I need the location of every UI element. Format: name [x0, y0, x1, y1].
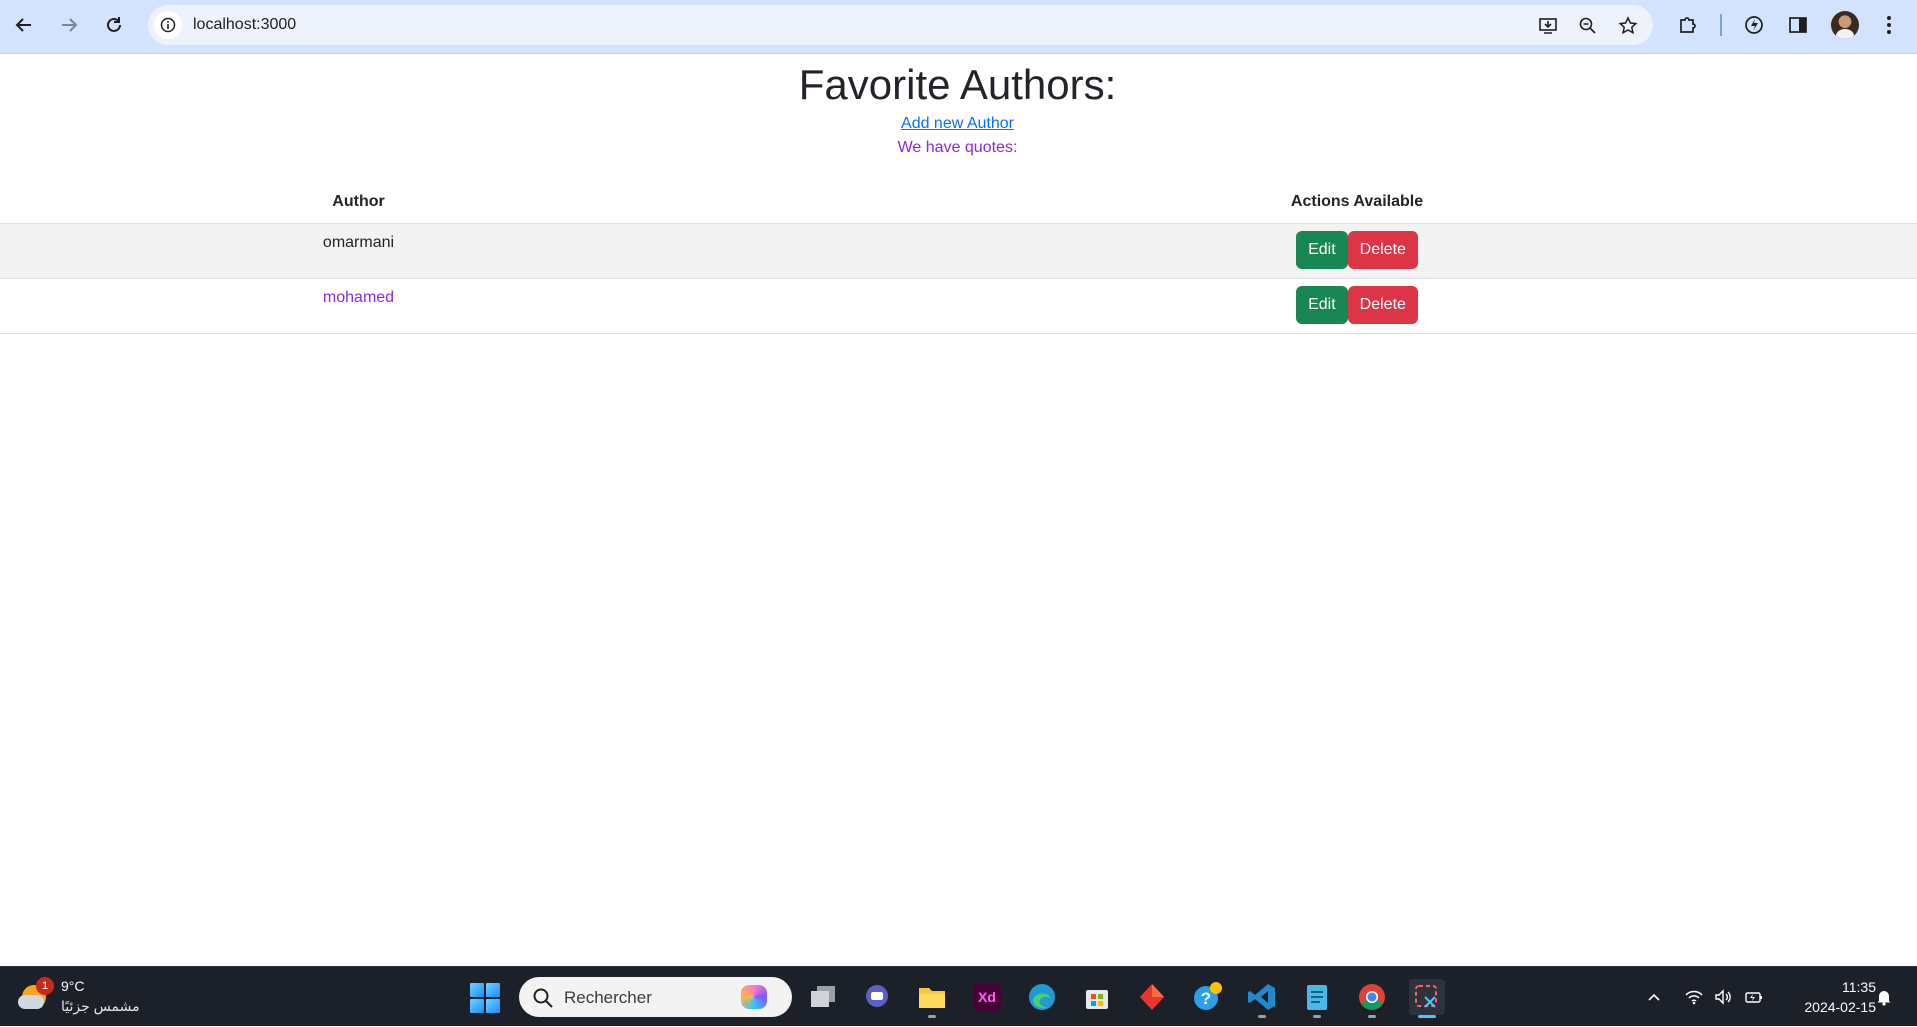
weather-widget[interactable]: 1 9°C مشمس جزئيًا [18, 975, 148, 1019]
search-placeholder: Rechercher [564, 988, 652, 1007]
puzzle-icon[interactable] [1674, 11, 1702, 39]
zoom-icon[interactable] [1575, 13, 1601, 39]
clock-time: 11:35 [1842, 979, 1876, 995]
vscode-icon[interactable] [1244, 979, 1280, 1018]
weather-temperature: 9°C [61, 978, 85, 994]
quotes-text: We have quotes: [897, 139, 1018, 156]
file-explorer-icon[interactable] [914, 979, 950, 1018]
authors-table: Author Actions Available omarmani Edit De… [0, 182, 1917, 334]
help-icon[interactable]: ? [1189, 979, 1225, 1015]
chevron-up-icon[interactable] [1642, 967, 1666, 1027]
kebab-menu-icon[interactable] [1875, 11, 1903, 39]
page-title: Favorite Authors: [798, 61, 1117, 108]
notification-bell-icon[interactable] [1872, 967, 1896, 1027]
volume-icon[interactable] [1712, 967, 1736, 1027]
reload-icon[interactable] [98, 9, 130, 41]
copilot-icon[interactable] [741, 985, 767, 1009]
teams-icon[interactable] [859, 979, 895, 1015]
table-row: mohamed Edit Delete [0, 278, 1917, 334]
taskbar-search[interactable]: Rechercher [519, 977, 792, 1017]
snipping-tool-icon[interactable] [1409, 979, 1445, 1018]
url-text[interactable]: localhost:3000 [193, 16, 296, 34]
battery-icon[interactable] [1742, 967, 1766, 1027]
author-column-header: Author [0, 182, 717, 224]
table-row: omarmani Edit Delete [0, 223, 1917, 279]
browser-toolbar: localhost:3000 [0, 0, 1917, 54]
side-panel-icon[interactable] [1784, 11, 1812, 39]
actions-column-header: Actions Available [717, 182, 1917, 224]
actions-cell: Edit Delete [717, 223, 1917, 279]
actions-cell: Edit Delete [717, 278, 1917, 334]
cloud-icon [18, 995, 44, 1009]
svg-text:Xd: Xd [978, 989, 996, 1005]
app-diamond-icon[interactable] [1134, 979, 1170, 1015]
chrome-icon[interactable] [1354, 979, 1390, 1018]
clock-date: 2024-02-15 [1804, 999, 1876, 1015]
author-name: omarmani [0, 223, 717, 279]
windows-start-icon[interactable] [470, 983, 500, 1013]
toolbar-separator [1720, 14, 1722, 36]
adobe-xd-icon[interactable]: Xd [969, 979, 1005, 1015]
svg-text:?: ? [1201, 989, 1211, 1008]
notification-badge: 1 [36, 977, 54, 995]
author-name: mohamed [0, 278, 717, 334]
star-icon[interactable] [1615, 13, 1641, 39]
avatar[interactable] [1831, 11, 1859, 39]
windows-taskbar: 1 9°C مشمس جزئيًا Rechercher Xd ? 11:35 … [0, 966, 1917, 1026]
add-author-link[interactable]: Add new Author [901, 115, 1014, 132]
task-view-icon[interactable] [805, 979, 841, 1015]
wifi-icon[interactable] [1682, 967, 1706, 1027]
table-header-row: Author Actions Available [0, 182, 1917, 224]
page-content: Favorite Authors: Add new Author We have… [0, 55, 1917, 966]
search-icon [533, 988, 553, 1008]
notepad-icon[interactable] [1299, 979, 1335, 1018]
delete-button[interactable]: Delete [1347, 230, 1418, 269]
edit-button[interactable]: Edit [1296, 230, 1348, 269]
forward-arrow-icon[interactable] [53, 9, 85, 41]
weather-condition: مشمس جزئيًا [61, 998, 140, 1014]
store-icon[interactable] [1079, 979, 1115, 1015]
edit-button[interactable]: Edit [1296, 285, 1348, 324]
back-arrow-icon[interactable] [8, 9, 40, 41]
install-app-icon[interactable] [1535, 13, 1561, 39]
edge-icon[interactable] [1024, 979, 1060, 1015]
system-clock[interactable]: 11:35 2024-02-15 [1776, 977, 1876, 1017]
address-bar[interactable]: localhost:3000 [148, 5, 1653, 45]
info-icon[interactable] [154, 11, 182, 39]
delete-button[interactable]: Delete [1347, 285, 1418, 324]
speed-icon[interactable] [1740, 11, 1768, 39]
